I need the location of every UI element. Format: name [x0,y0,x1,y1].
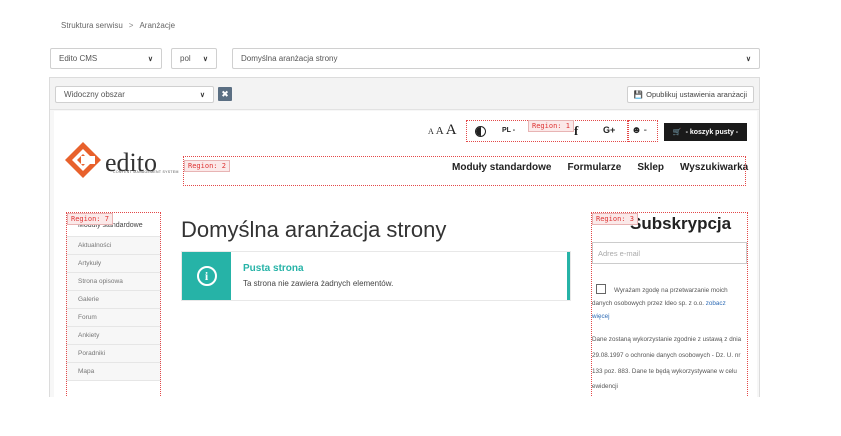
cms-select[interactable]: Edito CMS ∨ [50,48,162,69]
region-3-label: Region: 3 [592,213,638,225]
view-area-select[interactable]: Widoczny obszar ∨ [55,86,214,103]
arrangement-select[interactable]: Domyślna aranżacja strony ∨ [232,48,760,69]
language-select-value: pol [180,54,191,63]
chevron-down-icon: ∨ [147,55,153,63]
chevron-down-icon: ∨ [199,91,205,99]
cart-button[interactable]: 🛒 - koszyk pusty - [664,123,747,141]
site-logo[interactable]: edito CONTENT MANAGEMENT SYSTEM [65,142,178,178]
region-7[interactable]: Region: 7 [66,212,161,397]
region-7-label: Region: 7 [67,213,113,225]
region-1-label: Region: 1 [528,120,574,132]
site-preview: edito CONTENT MANAGEMENT SYSTEM A A A PL… [54,111,757,397]
empty-page-alert: i Pusta strona Ta strona nie zawiera żad… [181,251,571,301]
arrangement-select-value: Domyślna aranżacja strony [241,54,338,63]
font-size-controls: A A A [428,122,457,139]
cms-select-value: Edito CMS [59,54,98,63]
region-1[interactable]: Region: 1 [466,120,628,142]
region-2-label: Region: 2 [184,160,230,172]
font-size-medium[interactable]: A [436,125,444,137]
logo-subtitle: CONTENT MANAGEMENT SYSTEM [113,170,179,174]
font-size-large[interactable]: A [446,122,457,139]
cart-icon: 🛒 [672,129,682,136]
font-size-small[interactable]: A [428,127,434,136]
preview-toolbar: Widoczny obszar ∨ ✖ 💾 Opublikuj ustawien… [50,78,759,110]
save-icon: 💾 [633,90,644,99]
view-area-select-value: Widoczny obszar [64,90,125,99]
alert-accent-bar [567,252,570,300]
breadcrumb: Struktura serwisu > Aranżacje [61,21,175,30]
page-title: Domyślna aranżacja strony [181,217,447,242]
region-2[interactable]: Region: 2 [183,156,746,186]
alert-text: Ta strona nie zawiera żadnych elementów. [243,279,394,288]
chevron-down-icon: ∨ [202,55,208,63]
breadcrumb-root[interactable]: Struktura serwisu [61,21,123,30]
publish-arrangement-button[interactable]: 💾 Opublikuj ustawienia aranżacji [626,86,754,103]
publish-arrangement-label: Opublikuj ustawienia aranżacji [646,90,747,99]
chevron-down-icon: ∨ [745,55,751,63]
region-3[interactable]: Region: 3 [591,212,748,397]
language-select[interactable]: pol ∨ [171,48,217,69]
breadcrumb-current: Aranżacje [139,21,176,30]
expand-icon[interactable]: ✖ [218,87,232,101]
breadcrumb-separator: > [128,21,134,30]
edito-logo-icon [65,142,101,178]
info-icon: i [182,252,231,300]
arrangement-preview-panel: Widoczny obszar ∨ ✖ 💾 Opublikuj ustawien… [49,77,760,397]
region-1-account[interactable] [628,120,658,142]
cart-label: - koszyk pusty - [685,128,739,136]
alert-title: Pusta strona [243,263,304,274]
